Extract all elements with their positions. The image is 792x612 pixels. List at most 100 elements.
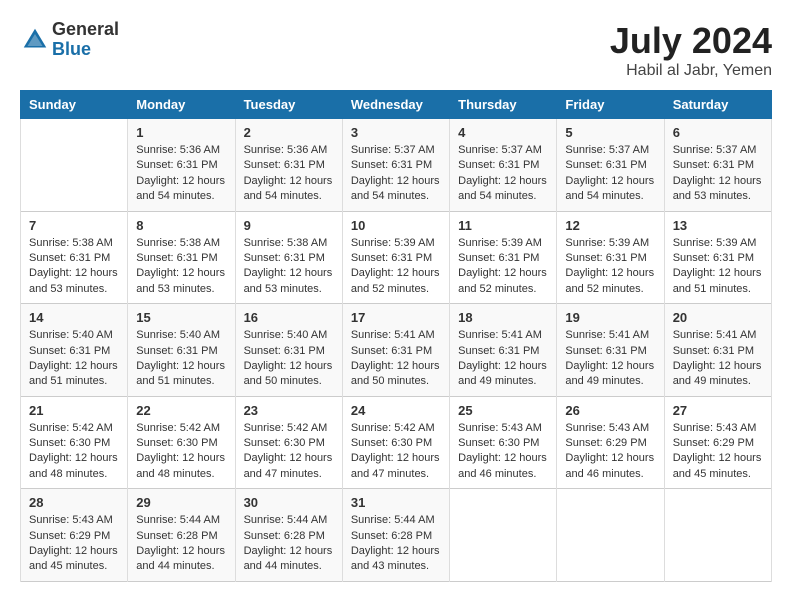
day-cell: 25 Sunrise: 5:43 AM Sunset: 6:30 PM Dayli… (450, 396, 557, 489)
week-row-4: 21 Sunrise: 5:42 AM Sunset: 6:30 PM Dayli… (21, 396, 772, 489)
day-cell: 9 Sunrise: 5:38 AM Sunset: 6:31 PM Daylig… (235, 211, 342, 304)
day-number: 8 (136, 218, 226, 233)
day-info: Sunrise: 5:37 AM Sunset: 6:31 PM Dayligh… (565, 143, 655, 205)
day-number: 1 (136, 125, 226, 140)
day-info: Sunrise: 5:43 AM Sunset: 6:29 PM Dayligh… (565, 421, 655, 483)
page-header: General Blue July 2024 Habil al Jabr, Ye… (20, 20, 772, 80)
calendar-header: Sunday Monday Tuesday Wednesday Thursday… (21, 91, 772, 119)
day-number: 30 (244, 495, 334, 510)
day-number: 18 (458, 310, 548, 325)
day-number: 16 (244, 310, 334, 325)
day-cell: 31Sunrise: 5:44 AM Sunset: 6:28 PM Dayli… (342, 489, 449, 582)
week-row-3: 14 Sunrise: 5:40 AM Sunset: 6:31 PM Dayli… (21, 304, 772, 397)
month-year-title: July 2024 (610, 20, 772, 62)
day-number: 25 (458, 403, 548, 418)
day-info: Sunrise: 5:43 AM Sunset: 6:29 PM Dayligh… (29, 513, 119, 575)
day-number: 11 (458, 218, 548, 233)
day-cell: 30 Sunrise: 5:44 AM Sunset: 6:28 PM Dayli… (235, 489, 342, 582)
day-cell: 21 Sunrise: 5:42 AM Sunset: 6:30 PM Dayli… (21, 396, 128, 489)
day-number: 31 (351, 495, 441, 510)
day-cell: 13 Sunrise: 5:39 AM Sunset: 6:31 PM Dayli… (664, 211, 771, 304)
location-title: Habil al Jabr, Yemen (610, 62, 772, 80)
day-info: Sunrise: 5:42 AM Sunset: 6:30 PM Dayligh… (351, 421, 441, 483)
day-number: 28 (29, 495, 119, 510)
day-cell: 28 Sunrise: 5:43 AM Sunset: 6:29 PM Dayli… (21, 489, 128, 582)
col-monday: Monday (128, 91, 235, 119)
day-info: Sunrise: 5:41 AM Sunset: 6:31 PM Dayligh… (351, 328, 441, 390)
logo-text: General Blue (52, 20, 119, 60)
calendar-body: 1 Sunrise: 5:36 AM Sunset: 6:31 PM Daylig… (21, 119, 772, 582)
day-cell: 15 Sunrise: 5:40 AM Sunset: 6:31 PM Dayli… (128, 304, 235, 397)
day-cell: 4 Sunrise: 5:37 AM Sunset: 6:31 PM Daylig… (450, 119, 557, 212)
day-info: Sunrise: 5:40 AM Sunset: 6:31 PM Dayligh… (244, 328, 334, 390)
day-info: Sunrise: 5:38 AM Sunset: 6:31 PM Dayligh… (136, 236, 226, 298)
day-cell: 19Sunrise: 5:41 AM Sunset: 6:31 PM Dayli… (557, 304, 664, 397)
day-cell: 1 Sunrise: 5:36 AM Sunset: 6:31 PM Daylig… (128, 119, 235, 212)
day-cell: 27Sunrise: 5:43 AM Sunset: 6:29 PM Dayli… (664, 396, 771, 489)
week-row-5: 28 Sunrise: 5:43 AM Sunset: 6:29 PM Dayli… (21, 489, 772, 582)
day-info: Sunrise: 5:41 AM Sunset: 6:31 PM Dayligh… (673, 328, 763, 390)
day-cell: 7 Sunrise: 5:38 AM Sunset: 6:31 PM Daylig… (21, 211, 128, 304)
day-cell: 23Sunrise: 5:42 AM Sunset: 6:30 PM Dayli… (235, 396, 342, 489)
day-info: Sunrise: 5:44 AM Sunset: 6:28 PM Dayligh… (136, 513, 226, 575)
day-cell: 29 Sunrise: 5:44 AM Sunset: 6:28 PM Dayli… (128, 489, 235, 582)
day-cell: 8 Sunrise: 5:38 AM Sunset: 6:31 PM Daylig… (128, 211, 235, 304)
day-number: 19 (565, 310, 655, 325)
day-number: 13 (673, 218, 763, 233)
day-number: 24 (351, 403, 441, 418)
day-number: 7 (29, 218, 119, 233)
day-info: Sunrise: 5:38 AM Sunset: 6:31 PM Dayligh… (29, 236, 119, 298)
day-cell (664, 489, 771, 582)
week-row-1: 1 Sunrise: 5:36 AM Sunset: 6:31 PM Daylig… (21, 119, 772, 212)
day-info: Sunrise: 5:37 AM Sunset: 6:31 PM Dayligh… (673, 143, 763, 205)
day-number: 9 (244, 218, 334, 233)
day-number: 20 (673, 310, 763, 325)
col-saturday: Saturday (664, 91, 771, 119)
day-cell: 14Sunrise: 5:40 AM Sunset: 6:31 PM Dayli… (21, 304, 128, 397)
day-info: Sunrise: 5:42 AM Sunset: 6:30 PM Dayligh… (29, 421, 119, 483)
day-info: Sunrise: 5:36 AM Sunset: 6:31 PM Dayligh… (244, 143, 334, 205)
day-info: Sunrise: 5:39 AM Sunset: 6:31 PM Dayligh… (673, 236, 763, 298)
day-cell: 10 Sunrise: 5:39 AM Sunset: 6:31 PM Dayli… (342, 211, 449, 304)
day-cell: 6Sunrise: 5:37 AM Sunset: 6:31 PM Daylig… (664, 119, 771, 212)
day-info: Sunrise: 5:42 AM Sunset: 6:30 PM Dayligh… (244, 421, 334, 483)
col-friday: Friday (557, 91, 664, 119)
day-number: 10 (351, 218, 441, 233)
day-cell (21, 119, 128, 212)
day-number: 26 (565, 403, 655, 418)
logo-general: General (52, 20, 119, 40)
day-info: Sunrise: 5:37 AM Sunset: 6:31 PM Dayligh… (458, 143, 548, 205)
day-cell (557, 489, 664, 582)
logo-blue: Blue (52, 40, 119, 60)
day-number: 14 (29, 310, 119, 325)
header-row: Sunday Monday Tuesday Wednesday Thursday… (21, 91, 772, 119)
day-info: Sunrise: 5:43 AM Sunset: 6:30 PM Dayligh… (458, 421, 548, 483)
day-number: 4 (458, 125, 548, 140)
day-number: 2 (244, 125, 334, 140)
day-info: Sunrise: 5:39 AM Sunset: 6:31 PM Dayligh… (458, 236, 548, 298)
logo-icon (20, 25, 50, 55)
day-info: Sunrise: 5:38 AM Sunset: 6:31 PM Dayligh… (244, 236, 334, 298)
week-row-2: 7 Sunrise: 5:38 AM Sunset: 6:31 PM Daylig… (21, 211, 772, 304)
day-info: Sunrise: 5:39 AM Sunset: 6:31 PM Dayligh… (351, 236, 441, 298)
day-cell: 20 Sunrise: 5:41 AM Sunset: 6:31 PM Dayli… (664, 304, 771, 397)
day-info: Sunrise: 5:42 AM Sunset: 6:30 PM Dayligh… (136, 421, 226, 483)
day-info: Sunrise: 5:36 AM Sunset: 6:31 PM Dayligh… (136, 143, 226, 205)
day-number: 12 (565, 218, 655, 233)
day-info: Sunrise: 5:44 AM Sunset: 6:28 PM Dayligh… (244, 513, 334, 575)
day-number: 21 (29, 403, 119, 418)
day-number: 22 (136, 403, 226, 418)
day-info: Sunrise: 5:40 AM Sunset: 6:31 PM Dayligh… (136, 328, 226, 390)
day-cell: 12Sunrise: 5:39 AM Sunset: 6:31 PM Dayli… (557, 211, 664, 304)
day-cell: 16 Sunrise: 5:40 AM Sunset: 6:31 PM Dayli… (235, 304, 342, 397)
day-number: 15 (136, 310, 226, 325)
day-info: Sunrise: 5:41 AM Sunset: 6:31 PM Dayligh… (458, 328, 548, 390)
day-number: 3 (351, 125, 441, 140)
day-cell: 18 Sunrise: 5:41 AM Sunset: 6:31 PM Dayli… (450, 304, 557, 397)
day-number: 29 (136, 495, 226, 510)
col-sunday: Sunday (21, 91, 128, 119)
day-cell: 2 Sunrise: 5:36 AM Sunset: 6:31 PM Daylig… (235, 119, 342, 212)
calendar-table: Sunday Monday Tuesday Wednesday Thursday… (20, 90, 772, 582)
day-number: 17 (351, 310, 441, 325)
col-tuesday: Tuesday (235, 91, 342, 119)
